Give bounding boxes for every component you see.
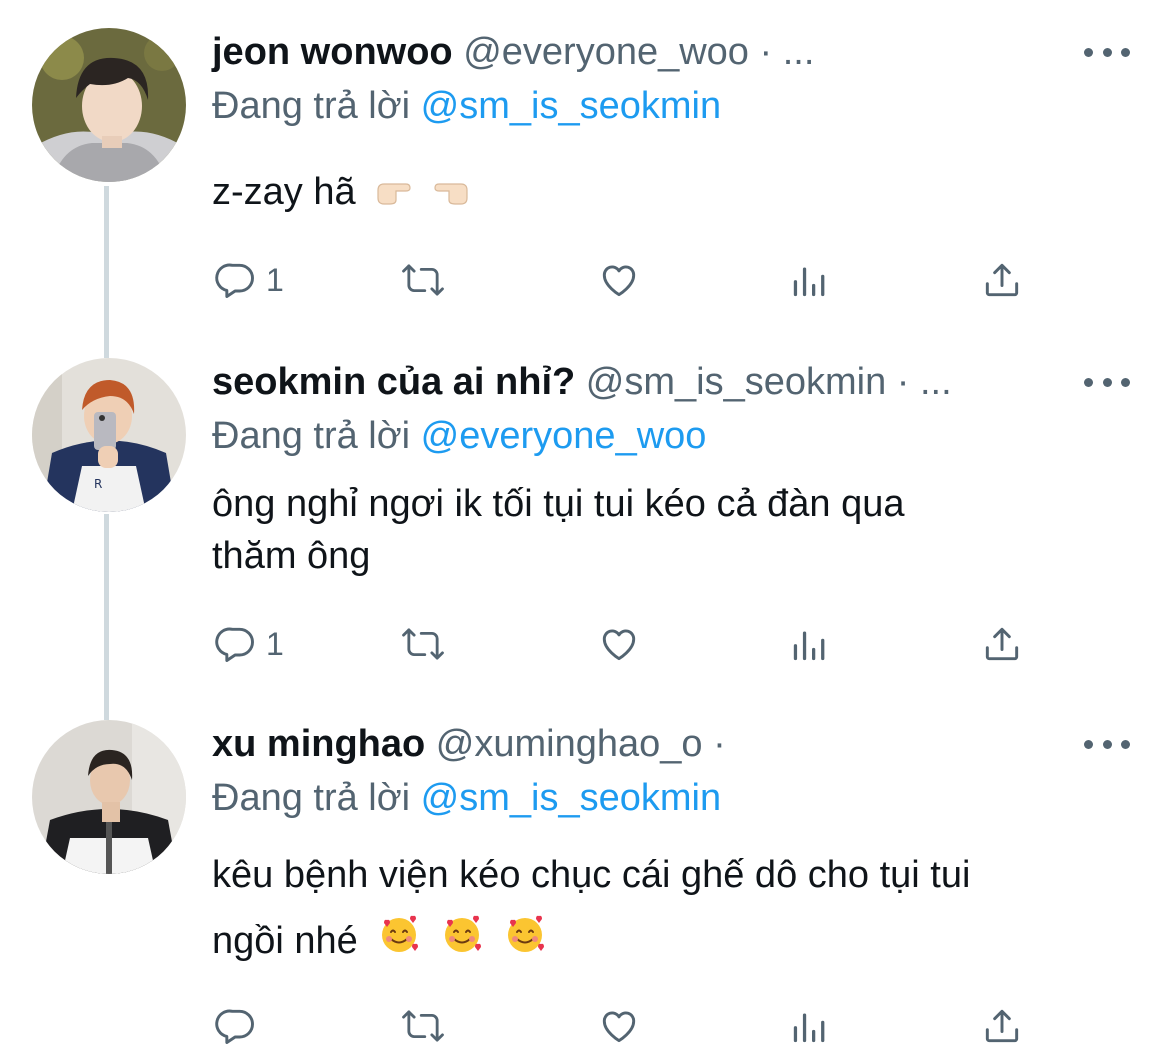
analytics-button[interactable]: [790, 620, 830, 668]
retweet-icon: [400, 1004, 446, 1048]
replying-to-label: Đang trả lời: [212, 415, 411, 457]
tweet-actions: 1: [212, 620, 1052, 668]
share-icon: [980, 258, 1024, 302]
reply-button[interactable]: 1: [214, 620, 284, 668]
reply-count: 1: [266, 261, 284, 298]
smiling-face-with-hearts-emoji: [441, 910, 483, 976]
reply-button[interactable]: [214, 1002, 266, 1050]
tweet-text-line: kêu bệnh viện kéo chục cái ghế dô cho tụ…: [212, 854, 971, 896]
user-handle[interactable]: @xuminghao_o: [436, 723, 703, 765]
retweet-icon: [400, 622, 446, 666]
more-icon[interactable]: [1084, 734, 1130, 754]
reply-icon: [214, 622, 258, 666]
avatar[interactable]: [32, 28, 186, 182]
mention-link[interactable]: @sm_is_seokmin: [421, 85, 721, 127]
truncated-timestamp: ...: [782, 31, 815, 73]
separator-dot: ·: [759, 31, 773, 73]
tweet-text-line: thăm ông: [212, 535, 371, 577]
retweet-button[interactable]: [400, 256, 446, 304]
share-icon: [980, 1004, 1024, 1048]
analytics-icon: [790, 1004, 830, 1048]
like-icon: [596, 622, 642, 666]
share-button[interactable]: [980, 256, 1024, 304]
tweet-header: xu minghao @xuminghao_o ·: [212, 720, 726, 768]
share-icon: [980, 622, 1024, 666]
tweet-header: seokmin của ai nhỉ? @sm_is_seokmin · ...: [212, 358, 952, 406]
share-button[interactable]: [980, 620, 1024, 668]
tweet-text-line: z-zay hã: [212, 171, 356, 213]
share-button[interactable]: [980, 1002, 1024, 1050]
tweet-actions: 1: [212, 256, 1052, 304]
analytics-button[interactable]: [790, 256, 830, 304]
display-name[interactable]: xu minghao: [212, 723, 425, 765]
more-icon[interactable]: [1084, 372, 1130, 392]
smiling-face-with-hearts-emoji: [378, 910, 420, 976]
tweet-text-line-with-emoji: ngồi nhé: [212, 908, 1112, 976]
truncated-timestamp: ...: [920, 361, 952, 403]
point-right-emoji: [376, 168, 412, 220]
separator-dot: ·: [713, 723, 726, 765]
like-icon: [596, 1004, 642, 1048]
like-icon: [596, 258, 642, 302]
tweet-text: kêu bệnh viện kéo chục cái ghế dô cho tụ…: [212, 842, 1112, 976]
avatar[interactable]: R: [32, 358, 186, 512]
tweet[interactable]: R seokmin của ai nhỉ? @sm_is_seokmin · .…: [0, 358, 1170, 688]
smiling-face-with-hearts-emoji: [504, 910, 546, 976]
replying-to: Đang trả lời @everyone_woo: [212, 412, 706, 460]
replying-to-label: Đang trả lời: [212, 85, 411, 127]
replying-to: Đang trả lời @sm_is_seokmin: [212, 774, 721, 822]
point-left-emoji: [433, 168, 469, 220]
tweet-text: z-zay hã: [212, 166, 1112, 220]
replying-to-label: Đang trả lời: [212, 777, 411, 819]
like-button[interactable]: [596, 256, 642, 304]
replying-to: Đang trả lời @sm_is_seokmin: [212, 82, 721, 130]
reply-button[interactable]: 1: [214, 256, 284, 304]
mention-link[interactable]: @sm_is_seokmin: [421, 777, 721, 819]
retweet-button[interactable]: [400, 1002, 446, 1050]
tweet-actions: [212, 1002, 1052, 1050]
tweet-header: jeon wonwoo @everyone_woo · ...: [212, 28, 814, 76]
tweet-text-line: ngồi nhé: [212, 920, 358, 962]
analytics-icon: [790, 258, 830, 302]
user-handle[interactable]: @sm_is_seokmin: [586, 361, 886, 403]
like-button[interactable]: [596, 620, 642, 668]
reply-count: 1: [266, 625, 284, 662]
tweet-text-line: ông nghỉ ngơi ik tối tụi tui kéo cả đàn …: [212, 483, 905, 525]
retweet-icon: [400, 258, 446, 302]
tweet[interactable]: xu minghao @xuminghao_o · Đang trả lời @…: [0, 720, 1170, 1061]
display-name[interactable]: seokmin của ai nhỉ?: [212, 361, 575, 403]
display-name[interactable]: jeon wonwoo: [212, 31, 453, 73]
analytics-icon: [790, 622, 830, 666]
mention-link[interactable]: @everyone_woo: [421, 415, 707, 457]
avatar[interactable]: [32, 720, 186, 874]
reply-icon: [214, 258, 258, 302]
tweet-text: ông nghỉ ngơi ik tối tụi tui kéo cả đàn …: [212, 478, 1112, 582]
user-handle[interactable]: @everyone_woo: [463, 31, 749, 73]
separator-dot: ·: [896, 361, 910, 403]
svg-text:R: R: [94, 477, 102, 491]
reply-icon: [214, 1004, 258, 1048]
like-button[interactable]: [596, 1002, 642, 1050]
tweet[interactable]: jeon wonwoo @everyone_woo · ... Đang trả…: [0, 28, 1170, 328]
analytics-button[interactable]: [790, 1002, 830, 1050]
more-icon[interactable]: [1084, 42, 1130, 62]
retweet-button[interactable]: [400, 620, 446, 668]
